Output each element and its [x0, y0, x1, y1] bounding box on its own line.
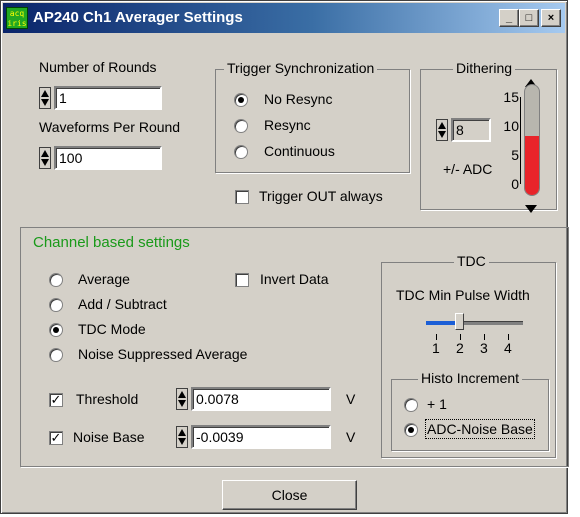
waveforms-input[interactable]: 100: [54, 146, 162, 170]
trigger-sync-title: Trigger Synchronization: [224, 60, 378, 76]
invert-data-checkbox[interactable]: [235, 273, 249, 287]
threshold-checkbox[interactable]: ✓: [49, 393, 63, 407]
noise-base-input[interactable]: -0.0039: [191, 425, 331, 449]
continuous-radio[interactable]: [234, 145, 248, 159]
noise-base-unit: V: [346, 429, 356, 445]
add-subtract-label: Add / Subtract: [78, 296, 167, 312]
histo-increment-group: Histo Increment + 1 ADC-Noise Base: [391, 370, 549, 451]
channel-settings-title: Channel based settings: [33, 234, 190, 251]
tdc-mode-radio[interactable]: [49, 323, 63, 337]
rounds-label: Number of Rounds: [39, 59, 157, 75]
maximize-button[interactable]: □: [519, 9, 539, 27]
scale-tick-15: 15: [503, 89, 519, 105]
adc-noise-base-label: ADC-Noise Base: [425, 419, 535, 439]
adc-noise-base-radio[interactable]: [404, 423, 418, 437]
noise-base-spinner[interactable]: [176, 426, 188, 448]
dithering-value[interactable]: 8: [451, 118, 491, 142]
rounds-spinner[interactable]: [39, 87, 51, 109]
continuous-label: Continuous: [264, 143, 335, 159]
noise-base-label: Noise Base: [73, 429, 145, 445]
window-title: AP240 Ch1 Averager Settings: [33, 9, 243, 26]
waveforms-spinner[interactable]: [39, 147, 51, 169]
trigger-out-label: Trigger OUT always: [259, 188, 383, 204]
thermo-up-arrow-icon[interactable]: [525, 74, 537, 87]
threshold-unit: V: [346, 391, 356, 407]
thermometer-fill: [525, 136, 539, 195]
dithering-spinner[interactable]: [436, 119, 448, 141]
pulse-slider-thumb[interactable]: [455, 313, 464, 330]
noise-suppressed-label: Noise Suppressed Average: [78, 346, 248, 362]
threshold-label: Threshold: [76, 391, 139, 407]
title-bar[interactable]: acq iris AP240 Ch1 Averager Settings _ □ …: [3, 3, 565, 33]
acqiris-logo-icon: acq iris: [6, 7, 28, 29]
tdc-mode-label: TDC Mode: [78, 321, 146, 337]
average-label: Average: [78, 271, 130, 287]
threshold-spinner[interactable]: [176, 388, 188, 410]
plus-one-radio[interactable]: [404, 398, 418, 412]
threshold-input[interactable]: 0.0078: [191, 387, 331, 411]
close-window-button[interactable]: ×: [541, 9, 561, 27]
noise-suppressed-radio[interactable]: [49, 348, 63, 362]
slider-tick-4: 4: [504, 340, 512, 356]
minimize-button[interactable]: _: [499, 9, 519, 27]
resync-label: Resync: [264, 117, 311, 133]
average-radio[interactable]: [49, 273, 63, 287]
tdc-title: TDC: [454, 253, 489, 269]
close-button[interactable]: Close: [222, 480, 357, 510]
trigger-out-checkbox[interactable]: [235, 190, 249, 204]
thermo-down-arrow-icon[interactable]: [525, 200, 537, 213]
slider-tick-3: 3: [480, 340, 488, 356]
channel-settings-group: Channel based settings Average Add / Sub…: [20, 227, 569, 467]
tdc-group: TDC TDC Min Pulse Width 1 2 3 4 Histo In…: [381, 253, 556, 458]
add-subtract-radio[interactable]: [49, 298, 63, 312]
dithering-unit-label: +/- ADC: [443, 161, 493, 177]
slider-tick-2: 2: [456, 340, 464, 356]
slider-tick-1: 1: [432, 340, 440, 356]
scale-tick-10: 10: [503, 118, 519, 134]
histo-increment-title: Histo Increment: [418, 370, 523, 386]
rounds-input[interactable]: 1: [54, 86, 162, 110]
trigger-sync-group: Trigger Synchronization No Resync Resync…: [215, 60, 410, 173]
waveforms-label: Waveforms Per Round: [39, 119, 181, 135]
no-resync-radio[interactable]: [234, 93, 248, 107]
dithering-title: Dithering: [453, 60, 516, 76]
scale-tick-0: 0: [511, 176, 519, 192]
resync-radio[interactable]: [234, 119, 248, 133]
dithering-group: Dithering 8 +/- ADC 15 10 5 0: [420, 60, 557, 213]
dialog-window: acq iris AP240 Ch1 Averager Settings _ □ …: [0, 0, 569, 514]
no-resync-label: No Resync: [264, 91, 333, 107]
invert-data-label: Invert Data: [260, 271, 329, 287]
tdc-pulse-width-label: TDC Min Pulse Width: [396, 287, 530, 303]
scale-tick-5: 5: [511, 147, 519, 163]
plus-one-label: + 1: [427, 396, 447, 412]
noise-base-checkbox[interactable]: ✓: [49, 431, 63, 445]
dithering-thermometer[interactable]: [524, 84, 540, 196]
